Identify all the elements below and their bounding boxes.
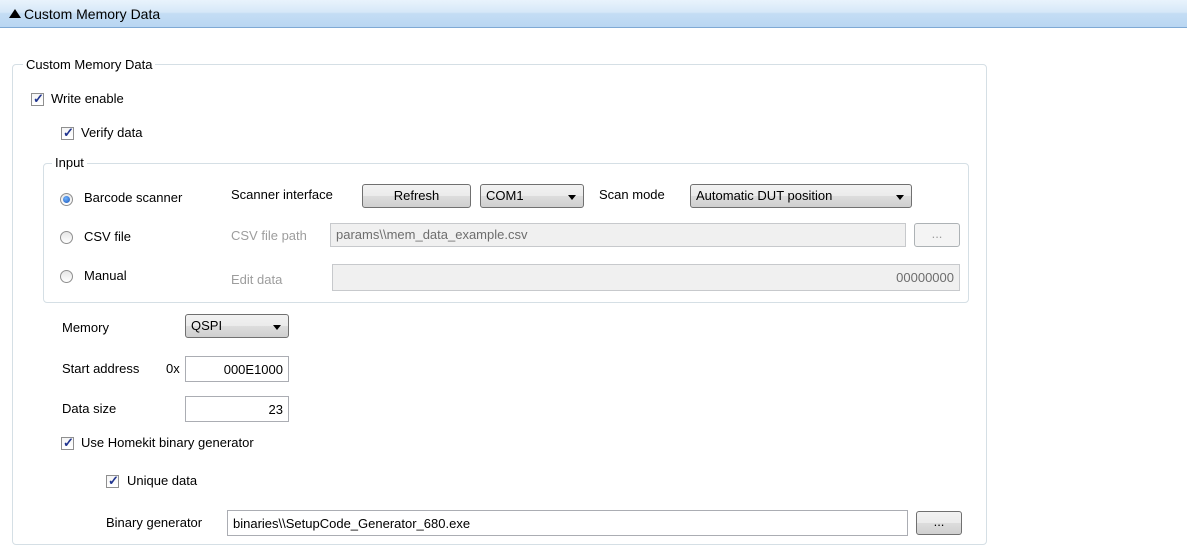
use-homekit-checkbox[interactable]: ✓ [61,435,74,450]
custom-memory-data-legend: Custom Memory Data [23,57,156,72]
csv-file-path-label: CSV file path [231,228,307,243]
scanner-interface-label: Scanner interface [231,187,333,202]
verify-data-checkbox[interactable]: ✓ [61,125,74,140]
manual-radio[interactable] [60,270,73,283]
memory-label: Memory [62,320,109,335]
data-size-input[interactable]: 23 [185,396,289,422]
scan-mode-value: Automatic DUT position [696,188,833,203]
section-header-title: Custom Memory Data [24,6,161,22]
edit-data-input[interactable]: 00000000 [332,264,960,291]
manual-label: Manual [84,268,127,283]
write-enable-checkbox[interactable]: ✓ [31,91,44,106]
chevron-down-icon [273,325,281,330]
unique-data-label: Unique data [127,473,198,488]
memory-select[interactable]: QSPI [185,314,289,338]
csv-browse-button[interactable]: ... [914,223,960,247]
com-port-value: COM1 [486,188,524,203]
data-size-value: 23 [268,402,283,417]
edit-data-value: 00000000 [896,270,954,285]
use-homekit-label: Use Homekit binary generator [81,435,254,450]
scan-mode-select[interactable]: Automatic DUT position [690,184,912,208]
csv-file-radio[interactable] [60,231,73,244]
write-enable-label: Write enable [51,91,124,106]
input-legend: Input [52,155,87,170]
binary-generator-value: binaries\\SetupCode_Generator_680.exe [233,516,471,531]
barcode-scanner-radio[interactable] [60,193,73,206]
start-address-value: 000E1000 [223,362,283,377]
collapse-triangle-icon [9,9,21,18]
memory-value: QSPI [191,318,223,333]
chevron-down-icon [896,195,904,200]
binary-generator-input[interactable]: binaries\\SetupCode_Generator_680.exe [227,510,908,536]
start-address-label: Start address [62,361,140,376]
csv-file-label: CSV file [84,229,131,244]
scan-mode-label: Scan mode [599,187,665,202]
verify-data-label: Verify data [81,125,143,140]
binary-generator-browse-button[interactable]: ... [916,511,962,535]
start-address-prefix: 0x [166,361,180,376]
start-address-input[interactable]: 000E1000 [185,356,289,382]
chevron-down-icon [568,195,576,200]
csv-file-path-input[interactable]: params\\mem_data_example.csv [330,223,906,247]
refresh-button[interactable]: Refresh [362,184,471,208]
com-port-select[interactable]: COM1 [480,184,584,208]
data-size-label: Data size [62,401,117,416]
edit-data-label: Edit data [231,272,283,287]
csv-file-path-value: params\\mem_data_example.csv [336,227,528,242]
section-header[interactable]: Custom Memory Data [0,0,1187,28]
barcode-scanner-label: Barcode scanner [84,190,183,205]
unique-data-checkbox[interactable]: ✓ [106,473,119,488]
binary-generator-label: Binary generator [106,515,203,530]
